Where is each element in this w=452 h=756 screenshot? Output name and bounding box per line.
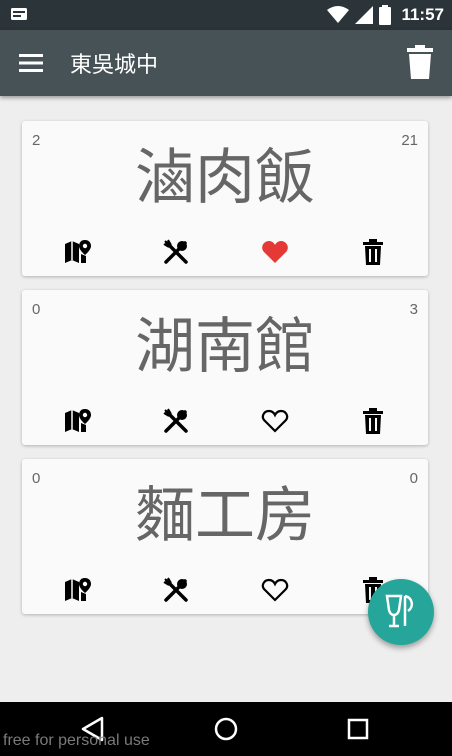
- food-button[interactable]: [161, 406, 191, 436]
- wifi-icon: [327, 6, 350, 23]
- heart-outline-icon: [261, 409, 289, 433]
- delete-icon: [363, 408, 383, 434]
- signal-icon: [355, 6, 374, 24]
- battery-icon: [379, 5, 392, 25]
- status-bar: 11:57: [0, 0, 452, 30]
- food-button[interactable]: [161, 575, 191, 605]
- home-icon[interactable]: [213, 716, 239, 742]
- delete-icon: [363, 239, 383, 265]
- restaurant-card[interactable]: 0 3 湖南館: [22, 290, 428, 445]
- recents-icon[interactable]: [345, 716, 371, 742]
- food-icon: [163, 239, 188, 264]
- map-icon: [65, 578, 91, 601]
- delete-all-icon[interactable]: [406, 44, 434, 80]
- delete-button[interactable]: [358, 406, 388, 436]
- app-title: 東吳城中: [70, 53, 159, 78]
- notification-icon: [11, 8, 27, 20]
- food-icon: [163, 577, 188, 602]
- delete-button[interactable]: [358, 237, 388, 267]
- restaurant-name: 滷肉飯: [135, 143, 315, 213]
- favorite-button[interactable]: [260, 406, 290, 436]
- restaurant-name: 湖南館: [135, 312, 315, 382]
- clock-time: 11:57: [401, 5, 444, 24]
- heart-icon: [262, 241, 288, 263]
- favorite-button[interactable]: [260, 237, 290, 267]
- app-bar: 東吳城中: [0, 30, 452, 96]
- food-icon: [163, 408, 188, 433]
- restaurant-card[interactable]: 0 0 麵工房: [22, 459, 428, 614]
- map-button[interactable]: [63, 575, 93, 605]
- food-button[interactable]: [161, 237, 191, 267]
- cup-icon: [385, 594, 414, 628]
- watermark-text: free for personal use: [3, 732, 150, 749]
- favorite-button[interactable]: [260, 575, 290, 605]
- add-restaurant-fab[interactable]: [368, 579, 434, 645]
- map-button[interactable]: [63, 406, 93, 436]
- heart-outline-icon: [261, 578, 289, 602]
- restaurant-name: 麵工房: [135, 481, 315, 551]
- menu-icon[interactable]: [18, 50, 44, 76]
- map-button[interactable]: [63, 237, 93, 267]
- map-icon: [65, 240, 91, 263]
- map-icon: [65, 409, 91, 432]
- restaurant-card[interactable]: 2 21 滷肉飯: [22, 121, 428, 276]
